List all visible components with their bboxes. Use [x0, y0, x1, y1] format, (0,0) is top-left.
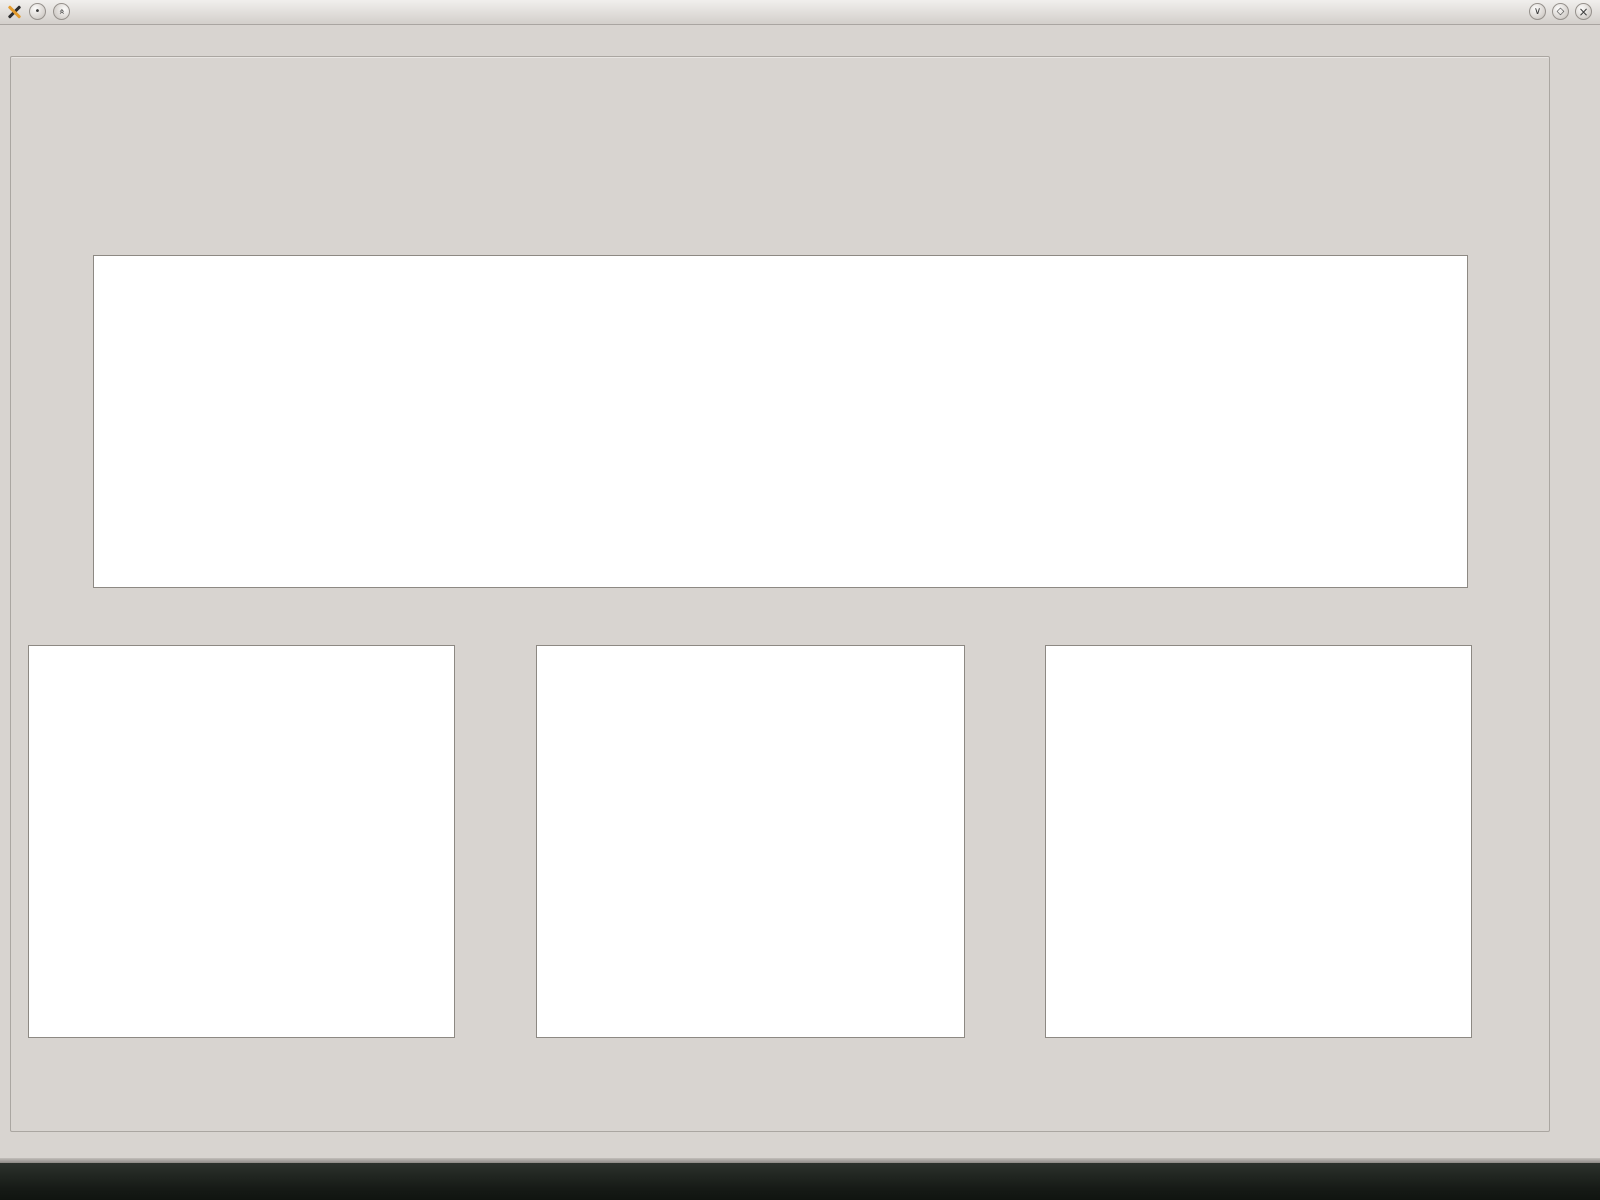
desktop: • « ∨ ◇ × hp Y ✂	[0, 0, 1600, 1200]
taskbar: hp Y ✂ ))	[0, 1163, 1600, 1200]
close-button[interactable]: ×	[1575, 3, 1592, 20]
baseband-spectrum-plot	[536, 645, 965, 1038]
app-icon[interactable]	[6, 4, 22, 20]
sticky-button[interactable]: •	[29, 3, 46, 20]
minimize-button[interactable]: ∨	[1529, 3, 1546, 20]
y-axis-label	[16, 255, 38, 588]
main-spectrum-plot	[93, 255, 1468, 588]
maximize-button[interactable]: ◇	[1552, 3, 1569, 20]
constellation-plot	[1045, 645, 1472, 1038]
window-titlebar: • « ∨ ◇ ×	[0, 0, 1600, 25]
shade-button[interactable]: «	[53, 3, 70, 20]
channel-spectra-plot	[28, 645, 455, 1038]
